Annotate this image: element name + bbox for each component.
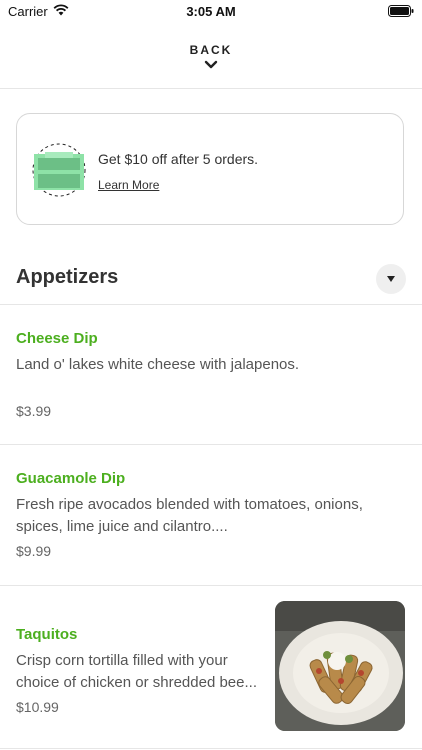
item-name: Cheese Dip (16, 330, 98, 347)
triangle-down-icon (387, 276, 395, 282)
section-dropdown-button[interactable] (376, 264, 406, 294)
menu-item[interactable]: Cheese Dip Land o' lakes white cheese wi… (0, 305, 422, 444)
promo-card[interactable]: Get $10 off after 5 orders. Learn More (16, 113, 404, 225)
food-plate-image (275, 601, 405, 731)
battery-icon (388, 5, 414, 20)
back-button[interactable]: BACK (0, 40, 422, 88)
section-title: Appetizers (16, 266, 119, 288)
header-divider (0, 88, 422, 89)
item-name: Taquitos (16, 626, 78, 643)
item-description: Fresh ripe avocados blended with tomatoe… (16, 496, 363, 535)
back-label: BACK (189, 43, 233, 57)
item-description: Land o' lakes white cheese with jalapeno… (16, 356, 300, 373)
promo-boxes-icon (32, 143, 86, 197)
learn-more-link[interactable]: Learn More (98, 178, 159, 192)
promo-headline: Get $10 off after 5 orders. (98, 151, 259, 167)
item-price: $10.99 (16, 699, 59, 715)
chevron-down-icon (204, 60, 218, 69)
item-description: Crisp corn tortilla filled with your cho… (16, 652, 257, 691)
menu-item[interactable]: Guacamole Dip Fresh ripe avocados blende… (0, 445, 422, 585)
clock: 3:05 AM (186, 4, 236, 19)
taquitos-photo[interactable] (275, 601, 405, 731)
item-price: $9.99 (16, 543, 52, 559)
item-name: Guacamole Dip (16, 470, 126, 487)
status-bar: Carrier 3:05 AM (0, 0, 422, 24)
bottom-divider (0, 748, 422, 749)
item-price: $3.99 (16, 403, 52, 419)
